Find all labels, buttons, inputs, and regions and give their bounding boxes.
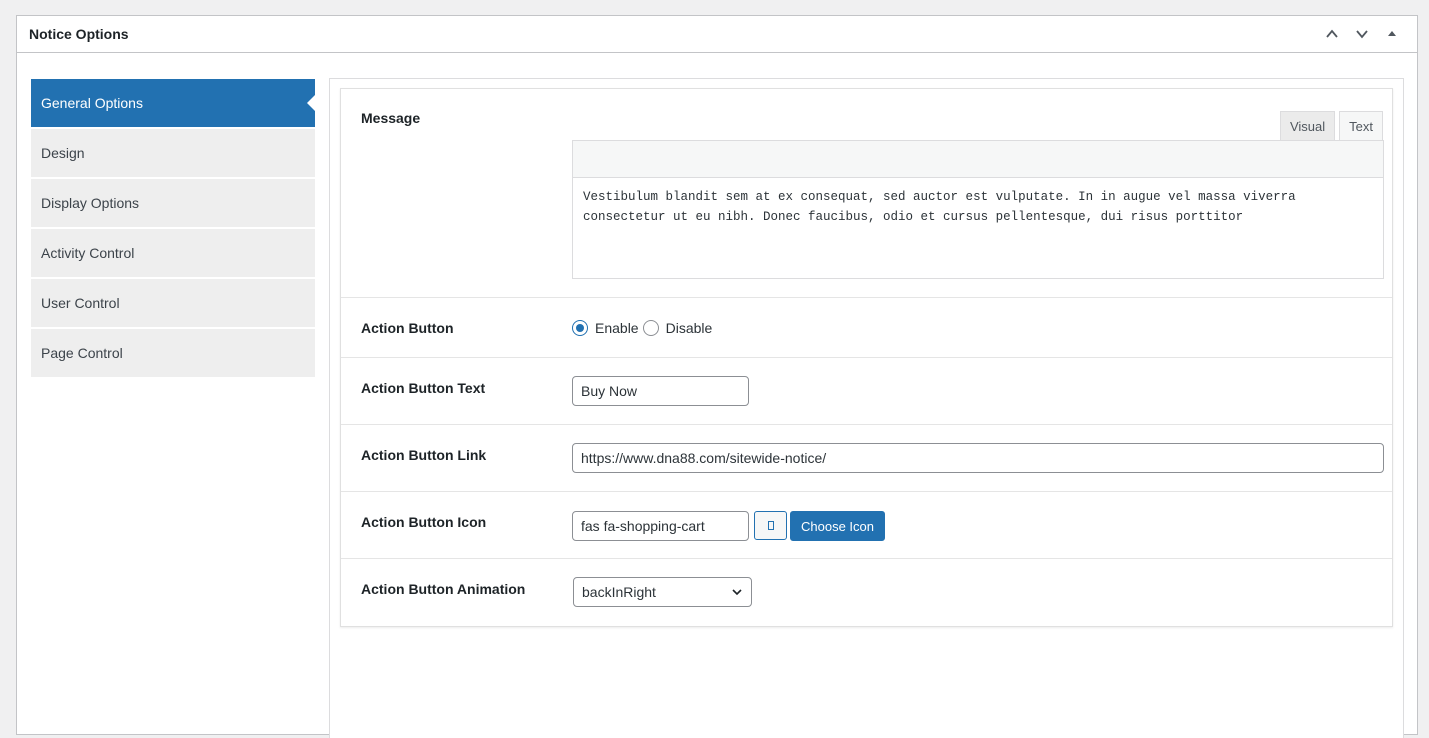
message-textarea[interactable]: Vestibulum blandit sem at ex consequat, … [572,177,1384,279]
handle-actions [1319,21,1405,47]
action-button-icon-input[interactable] [572,511,749,541]
tab-display-options[interactable]: Display Options [31,179,315,229]
action-button-icon-row: Action Button Icon Choose Icon [341,492,1392,559]
action-button-row: Action Button Enable Disable [341,298,1392,358]
options-panel: Message Visual Text Vestibulum blandit s… [329,78,1404,738]
disable-radio[interactable] [642,320,659,336]
editor-toolbar [572,140,1384,178]
disable-radio-label: Disable [665,320,713,336]
icon-preview-button[interactable] [754,511,787,540]
general-options-fields: Message Visual Text Vestibulum blandit s… [340,88,1393,627]
enable-radio-label: Enable [595,320,639,336]
choose-icon-button[interactable]: Choose Icon [790,511,885,541]
placeholder-glyph-icon [767,521,774,530]
action-button-label: Action Button [361,320,454,336]
postbox-title: Notice Options [29,26,129,42]
postbox-header: Notice Options [17,16,1417,53]
action-button-text-label: Action Button Text [361,380,486,396]
tab-general-options[interactable]: General Options [31,79,315,129]
action-button-link-row: Action Button Link [341,425,1392,492]
action-button-animation-label: Action Button Animation [361,581,526,597]
options-tabs-nav: General Options Design Display Options A… [31,79,315,379]
move-down-button[interactable] [1349,21,1375,47]
editor-tabs: Visual Text [1279,111,1383,141]
chevron-down-icon [1356,30,1368,39]
chevron-down-icon [732,589,742,596]
tab-page-control[interactable]: Page Control [31,329,315,379]
action-button-animation-select[interactable]: backInRight [573,577,752,607]
chevron-up-icon [1326,29,1338,38]
move-up-button[interactable] [1319,21,1345,47]
tab-activity-control[interactable]: Activity Control [31,229,315,279]
animation-select-value: backInRight [582,584,656,600]
action-button-radio-group: Enable Disable [572,320,716,336]
action-button-link-input[interactable] [572,443,1384,473]
tab-user-control[interactable]: User Control [31,279,315,329]
message-label: Message [361,110,421,126]
message-row: Message Visual Text Vestibulum blandit s… [341,89,1392,298]
enable-radio[interactable] [572,320,588,336]
action-button-text-input[interactable] [572,376,749,406]
action-button-link-label: Action Button Link [361,447,487,463]
editor-tab-visual[interactable]: Visual [1279,111,1336,141]
notice-options-postbox: Notice Options General Options Design Di… [16,15,1418,738]
action-button-animation-row: Action Button Animation backInRight [341,559,1392,626]
tab-design[interactable]: Design [31,129,315,179]
action-button-text-row: Action Button Text [341,358,1392,425]
triangle-up-icon [1388,31,1396,36]
editor-tab-text[interactable]: Text [1339,111,1383,141]
action-button-icon-label: Action Button Icon [361,514,487,530]
toggle-panel-button[interactable] [1379,21,1405,47]
